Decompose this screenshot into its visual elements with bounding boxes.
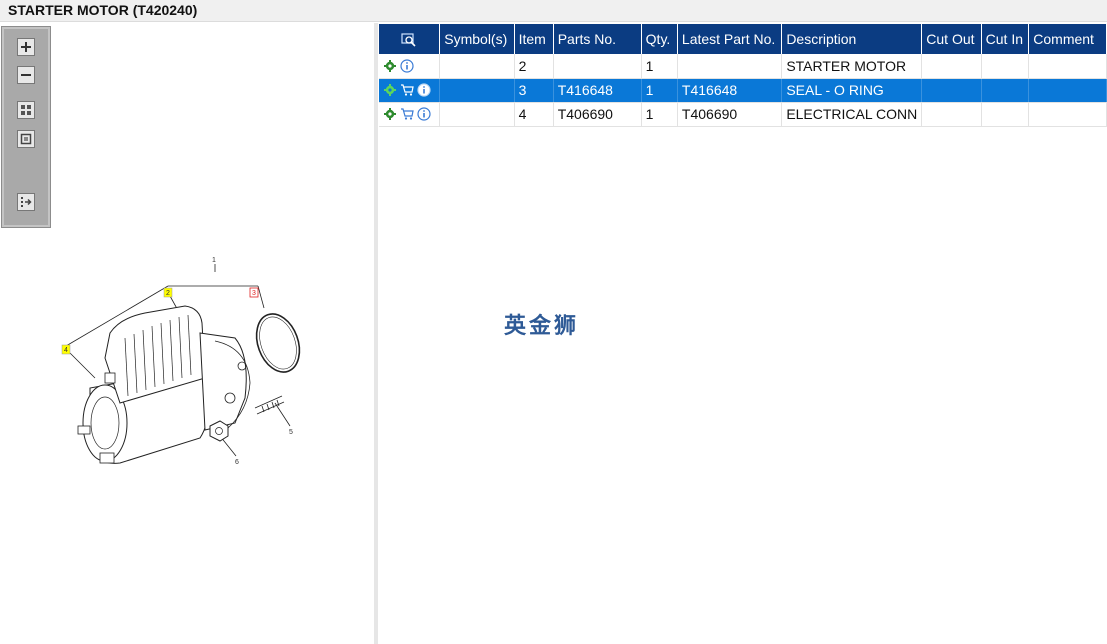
row-icons-cell <box>379 54 441 79</box>
table-row[interactable]: 2 1 STARTER MOTOR <box>379 54 1107 79</box>
parts-list-pane: Symbol(s) Item Parts No. Qty. Latest Par… <box>378 23 1107 644</box>
cell-description: ELECTRICAL CONN <box>781 102 923 127</box>
column-header-actions[interactable] <box>379 24 441 54</box>
export-button[interactable] <box>17 193 35 211</box>
gear-icon[interactable] <box>383 107 397 121</box>
cell-parts-no: T406690 <box>553 102 642 127</box>
table-row-selected[interactable]: 3 T416648 1 T416648 SEAL - O RING <box>379 78 1107 103</box>
exploded-parts-diagram[interactable]: 1 2 3 4 5 6 <box>50 238 350 478</box>
table-header-row: Symbol(s) Item Parts No. Qty. Latest Par… <box>379 24 1107 54</box>
cell-cut-in <box>981 102 1030 127</box>
zoom-in-button[interactable] <box>17 38 35 56</box>
cell-item: 3 <box>514 78 554 103</box>
cell-latest-part-no: T406690 <box>677 102 783 127</box>
cell-parts-no: T416648 <box>553 78 642 103</box>
info-icon[interactable] <box>400 59 414 73</box>
callout-6[interactable]: 6 <box>235 459 239 466</box>
row-icons-cell <box>379 78 441 103</box>
cell-cut-out <box>921 54 982 79</box>
column-header-symbols[interactable]: Symbol(s) <box>439 24 515 54</box>
cell-cut-in <box>981 78 1030 103</box>
cell-comment <box>1028 78 1107 103</box>
column-header-latest-part-no[interactable]: Latest Part No. <box>677 24 783 54</box>
export-icon <box>21 197 32 207</box>
cell-cut-out <box>921 102 982 127</box>
cell-latest-part-no: T416648 <box>677 78 783 103</box>
cell-latest-part-no <box>677 54 783 79</box>
cell-qty: 1 <box>641 78 678 103</box>
cell-symbols <box>439 78 515 103</box>
column-header-description[interactable]: Description <box>781 24 923 54</box>
zoom-out-button[interactable] <box>17 66 35 84</box>
column-header-qty[interactable]: Qty. <box>641 24 678 54</box>
cell-symbols <box>439 102 515 127</box>
cell-qty: 1 <box>641 54 678 79</box>
fit-all-icon <box>21 105 31 115</box>
diagram-pane: 1 2 3 4 5 6 <box>0 23 374 644</box>
cell-description: STARTER MOTOR <box>781 54 923 79</box>
window-title: STARTER MOTOR (T420240) <box>8 2 198 18</box>
fit-window-button[interactable] <box>17 130 35 148</box>
column-header-item[interactable]: Item <box>514 24 554 54</box>
title-bar: STARTER MOTOR (T420240) <box>0 0 1107 22</box>
cell-comment <box>1028 54 1107 79</box>
cell-symbols <box>439 54 515 79</box>
column-header-comment[interactable]: Comment <box>1028 24 1107 54</box>
fit-all-button[interactable] <box>17 101 35 119</box>
gear-icon[interactable] <box>383 59 397 73</box>
callout-4[interactable]: 4 <box>64 347 68 354</box>
cell-qty: 1 <box>641 102 678 127</box>
cell-parts-no <box>553 54 642 79</box>
zoom-out-icon <box>21 74 31 76</box>
cart-icon[interactable] <box>400 107 414 121</box>
info-icon[interactable] <box>417 107 431 121</box>
table-row[interactable]: 4 T406690 1 T406690 ELECTRICAL CONN <box>379 102 1107 127</box>
column-header-cut-in[interactable]: Cut In <box>981 24 1030 54</box>
gear-icon[interactable] <box>383 83 397 97</box>
column-header-cut-out[interactable]: Cut Out <box>921 24 982 54</box>
cell-cut-in <box>981 54 1030 79</box>
cell-comment <box>1028 102 1107 127</box>
cell-item: 2 <box>514 54 554 79</box>
parts-table: Symbol(s) Item Parts No. Qty. Latest Par… <box>379 24 1107 127</box>
callout-1[interactable]: 1 <box>212 257 216 264</box>
search-zoom-icon <box>401 33 416 47</box>
cart-icon[interactable] <box>400 83 414 97</box>
fit-window-icon <box>20 133 32 145</box>
column-header-parts-no[interactable]: Parts No. <box>553 24 642 54</box>
cell-description: SEAL - O RING <box>781 78 923 103</box>
callout-2[interactable]: 2 <box>166 290 170 297</box>
info-icon[interactable] <box>417 83 431 97</box>
callout-3[interactable]: 3 <box>252 290 256 297</box>
callout-5[interactable]: 5 <box>289 429 293 436</box>
cell-item: 4 <box>514 102 554 127</box>
row-icons-cell <box>379 102 441 127</box>
watermark-text: 英金狮 <box>504 314 580 339</box>
zoom-in-icon <box>21 42 31 52</box>
viewer-toolbar <box>1 26 51 228</box>
cell-cut-out <box>921 78 982 103</box>
